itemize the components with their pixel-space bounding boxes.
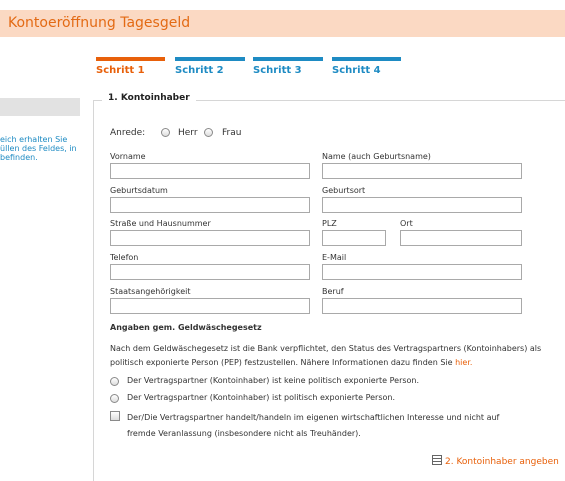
radio-pep[interactable]: [110, 394, 119, 403]
ort-input[interactable]: [400, 230, 522, 246]
geburtsdatum-input[interactable]: [110, 197, 310, 213]
radio-herr[interactable]: [161, 128, 170, 137]
gwg-info-link[interactable]: hier.: [455, 358, 472, 367]
step-4-bar: [332, 57, 401, 61]
geburtsdatum-label: Geburtsdatum: [110, 186, 168, 195]
name-input[interactable]: [322, 163, 522, 179]
email-label: E-Mail: [322, 253, 347, 262]
step-3-label[interactable]: Schritt 3: [253, 65, 302, 76]
page-header: Kontoeröffnung Tagesgeld: [0, 10, 565, 37]
step-2-label[interactable]: Schritt 2: [175, 65, 224, 76]
geburtsort-label: Geburtsort: [322, 186, 366, 195]
staatsangehoerigkeit-input[interactable]: [110, 298, 310, 314]
gwg-paragraph-text: Nach dem Geldwäschegesetz ist die Bank v…: [110, 344, 542, 367]
eigenes-interesse-label: Der/Die Vertragspartner handelt/handeln …: [127, 413, 500, 438]
plz-input[interactable]: [322, 230, 386, 246]
radio-pep-label: Der Vertragspartner (Kontoinhaber) ist p…: [127, 393, 396, 402]
step-1-bar: [96, 57, 165, 61]
telefon-input[interactable]: [110, 264, 310, 280]
ort-label: Ort: [400, 219, 413, 228]
step-1-label[interactable]: Schritt 1: [96, 65, 145, 76]
form-icon: [432, 455, 442, 465]
step-3-bar: [253, 57, 323, 61]
email-input[interactable]: [322, 264, 522, 280]
radio-frau[interactable]: [204, 128, 213, 137]
plz-label: PLZ: [322, 219, 337, 228]
radio-frau-label: Frau: [222, 128, 242, 138]
strasse-input[interactable]: [110, 230, 310, 246]
anrede-label: Anrede:: [110, 128, 146, 138]
eigenes-interesse-checkbox[interactable]: [110, 411, 120, 421]
vorname-label: Vorname: [110, 152, 146, 161]
gwg-title: Angaben gem. Geldwäschegesetz: [110, 323, 262, 332]
section-title: 1. Kontoinhaber: [102, 93, 196, 103]
staatsangehoerigkeit-label: Staatsangehörigkeit: [110, 287, 191, 296]
gwg-paragraph: Nach dem Geldwäschegesetz ist die Bank v…: [110, 342, 550, 370]
vorname-input[interactable]: [110, 163, 310, 179]
radio-not-pep[interactable]: [110, 377, 119, 386]
telefon-label: Telefon: [110, 253, 139, 262]
radio-not-pep-label: Der Vertragspartner (Kontoinhaber) ist k…: [127, 376, 420, 385]
name-label: Name (auch Geburtsname): [322, 152, 431, 161]
sidebar-header: [0, 98, 80, 116]
step-2-bar: [175, 57, 245, 61]
strasse-label: Straße und Hausnummer: [110, 219, 211, 228]
next-step-label: 2. Kontoinhaber angeben: [445, 457, 559, 467]
page-title: Kontoeröffnung Tagesgeld: [8, 15, 191, 31]
radio-herr-label: Herr: [178, 128, 198, 138]
geburtsort-input[interactable]: [322, 197, 522, 213]
sidebar-help-text: eich erhalten Sie üllen des Feldes, in b…: [0, 135, 77, 162]
beruf-input[interactable]: [322, 298, 522, 314]
beruf-label: Beruf: [322, 287, 344, 296]
step-4-label[interactable]: Schritt 4: [332, 65, 381, 76]
next-step-link[interactable]: 2. Kontoinhaber angeben: [432, 455, 559, 467]
